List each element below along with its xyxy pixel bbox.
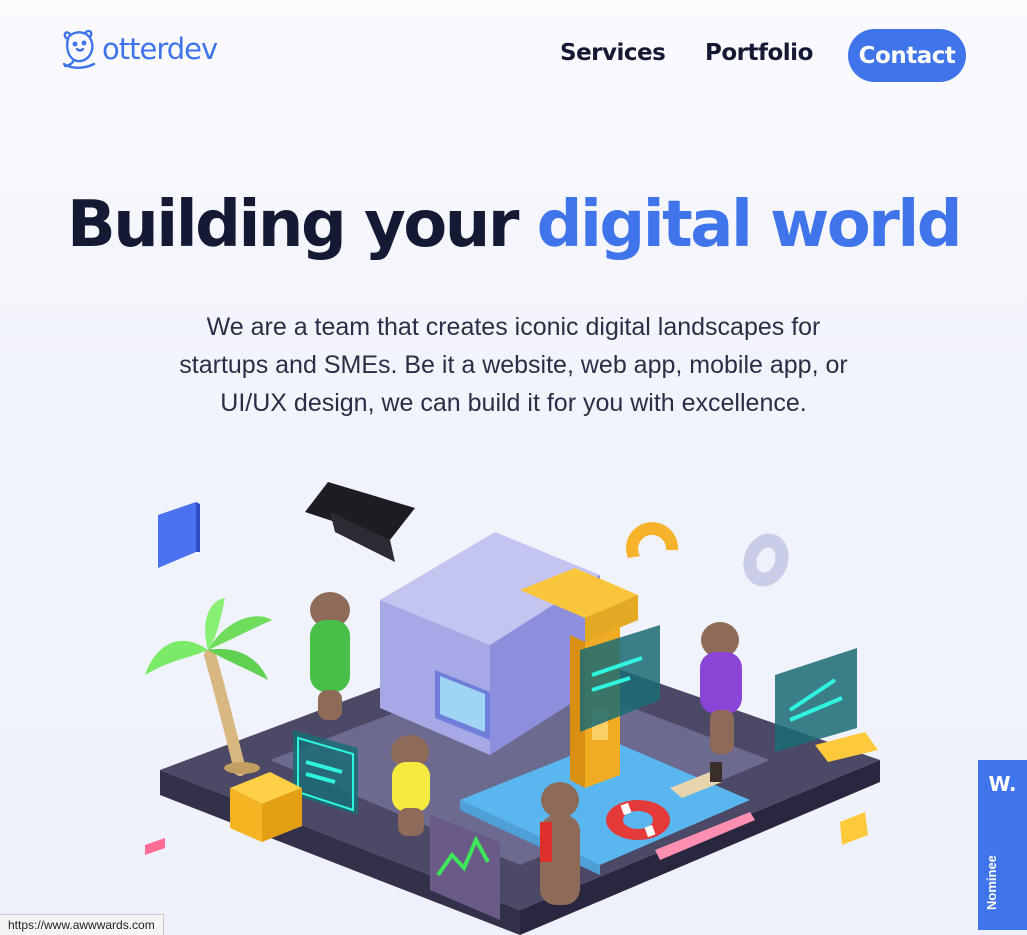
hero-subtitle: We are a team that creates iconic digita… [179, 313, 848, 417]
status-bar-url: https://www.awwwards.com [0, 914, 164, 935]
hero-title-main: Building your [66, 188, 537, 262]
otter-logo-icon [62, 29, 96, 69]
logo[interactable]: otterdev [60, 26, 218, 72]
screen-right [775, 648, 857, 752]
awwwards-nominee-badge[interactable]: W. Nominee [978, 760, 1027, 930]
floating-blue-cube [158, 502, 196, 568]
contact-button[interactable]: Contact [848, 29, 966, 82]
logo-text: otterdev [102, 32, 218, 66]
awwwards-nominee-label: Nominee [984, 855, 999, 910]
awwwards-w-icon: W. [988, 772, 1017, 796]
floating-yellow-arc [626, 522, 679, 558]
otter-red-scarf [540, 782, 580, 905]
hero-title: Building your digital world [0, 188, 1027, 262]
nav-portfolio[interactable]: Portfolio [705, 40, 813, 66]
hero-title-accent: digital world [536, 188, 963, 262]
hero-illustration [145, 482, 880, 935]
nav-services[interactable]: Services [560, 40, 666, 66]
otter-green [310, 592, 350, 720]
site-header: otterdev Services Portfolio Contact [0, 0, 1027, 110]
